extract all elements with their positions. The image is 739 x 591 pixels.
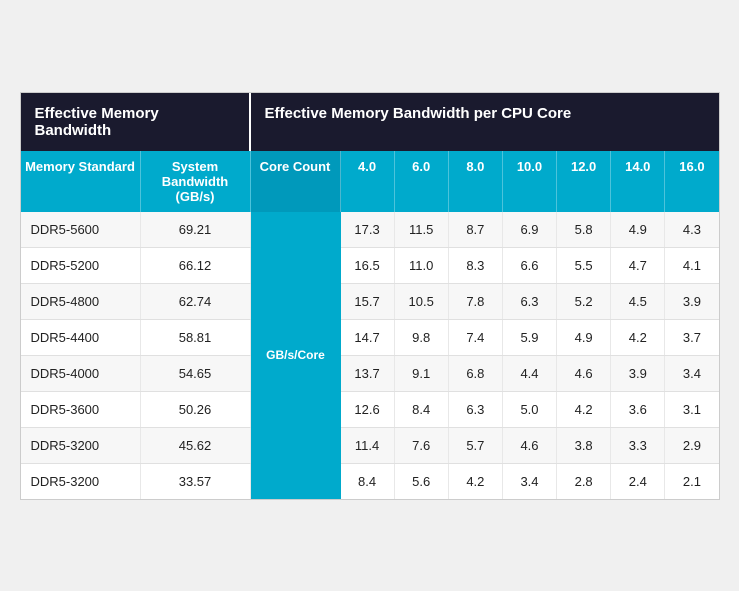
cell-val: 11.0 (395, 248, 449, 283)
cell-val: 2.4 (611, 464, 665, 499)
cell-val: 6.9 (503, 212, 557, 247)
cell-val: 7.6 (395, 428, 449, 463)
cell-val: 4.9 (557, 320, 611, 355)
cell-val: 3.4 (665, 356, 718, 391)
cell-val: 9.8 (395, 320, 449, 355)
cell-val: 5.5 (557, 248, 611, 283)
main-header: Effective Memory Bandwidth Effective Mem… (21, 93, 719, 151)
table-row: DDR5-3200 45.62 11.4 7.6 5.7 4.6 3.8 3.3… (21, 428, 719, 464)
cell-val: 2.9 (665, 428, 718, 463)
col-header-14: 14.0 (611, 151, 665, 212)
cell-val: 3.6 (611, 392, 665, 427)
core-count-merged-cell: GB/s/Core (251, 212, 341, 499)
cell-val: 8.4 (395, 392, 449, 427)
cell-val: 15.7 (341, 284, 395, 319)
cell-val: 11.5 (395, 212, 449, 247)
cell-bandwidth: 62.74 (141, 284, 251, 319)
table-row: DDR5-4400 58.81 14.7 9.8 7.4 5.9 4.9 4.2… (21, 320, 719, 356)
col-header-10: 10.0 (503, 151, 557, 212)
cell-bandwidth: 45.62 (141, 428, 251, 463)
cell-val: 6.3 (449, 392, 503, 427)
cell-bandwidth: 54.65 (141, 356, 251, 391)
header-left-title: Effective Memory Bandwidth (21, 93, 251, 151)
cell-val: 13.7 (341, 356, 395, 391)
table-row: DDR5-5200 66.12 16.5 11.0 8.3 6.6 5.5 4.… (21, 248, 719, 284)
cell-val: 3.4 (503, 464, 557, 499)
cell-bandwidth: 69.21 (141, 212, 251, 247)
cell-val: 5.9 (503, 320, 557, 355)
cell-val: 8.3 (449, 248, 503, 283)
table-row: DDR5-4800 62.74 15.7 10.5 7.8 6.3 5.2 4.… (21, 284, 719, 320)
cell-val: 4.7 (611, 248, 665, 283)
cell-val: 3.9 (611, 356, 665, 391)
col-header-6: 6.0 (395, 151, 449, 212)
cell-val: 4.4 (503, 356, 557, 391)
cell-val: 6.8 (449, 356, 503, 391)
main-table: Effective Memory Bandwidth Effective Mem… (20, 92, 720, 500)
cell-bandwidth: 66.12 (141, 248, 251, 283)
cell-val: 7.8 (449, 284, 503, 319)
cell-val: 5.6 (395, 464, 449, 499)
cell-val: 4.6 (503, 428, 557, 463)
cell-val: 6.6 (503, 248, 557, 283)
cell-memory: DDR5-4400 (21, 320, 141, 355)
table-row: DDR5-3200 33.57 8.4 5.6 4.2 3.4 2.8 2.4 … (21, 464, 719, 499)
cell-memory: DDR5-4000 (21, 356, 141, 391)
cell-bandwidth: 58.81 (141, 320, 251, 355)
col-header-memory: Memory Standard (21, 151, 141, 212)
header-right-title: Effective Memory Bandwidth per CPU Core (251, 93, 719, 151)
cell-val: 3.9 (665, 284, 718, 319)
rows-wrapper: GB/s/Core DDR5-5600 69.21 17.3 11.5 8.7 … (21, 212, 719, 499)
cell-memory: DDR5-3200 (21, 428, 141, 463)
cell-val: 3.8 (557, 428, 611, 463)
cell-val: 16.5 (341, 248, 395, 283)
cell-val: 4.9 (611, 212, 665, 247)
cell-val: 12.6 (341, 392, 395, 427)
cell-val: 2.1 (665, 464, 718, 499)
cell-memory: DDR5-3600 (21, 392, 141, 427)
cell-val: 4.2 (557, 392, 611, 427)
cell-bandwidth: 33.57 (141, 464, 251, 499)
cell-val: 4.2 (611, 320, 665, 355)
cell-val: 5.0 (503, 392, 557, 427)
cell-val: 2.8 (557, 464, 611, 499)
sub-header: Memory Standard System Bandwidth (GB/s) … (21, 151, 719, 212)
cell-val: 5.7 (449, 428, 503, 463)
cell-val: 8.7 (449, 212, 503, 247)
cell-memory: DDR5-5600 (21, 212, 141, 247)
table-row: DDR5-5600 69.21 17.3 11.5 8.7 6.9 5.8 4.… (21, 212, 719, 248)
cell-val: 8.4 (341, 464, 395, 499)
col-header-16: 16.0 (665, 151, 718, 212)
cell-val: 4.3 (665, 212, 718, 247)
col-header-core-count: Core Count (251, 151, 341, 212)
cell-val: 3.1 (665, 392, 718, 427)
col-header-12: 12.0 (557, 151, 611, 212)
cell-val: 17.3 (341, 212, 395, 247)
cell-val: 4.1 (665, 248, 718, 283)
cell-val: 4.6 (557, 356, 611, 391)
cell-val: 9.1 (395, 356, 449, 391)
cell-val: 4.2 (449, 464, 503, 499)
col-header-8: 8.0 (449, 151, 503, 212)
table-row: DDR5-4000 54.65 13.7 9.1 6.8 4.4 4.6 3.9… (21, 356, 719, 392)
col-header-bandwidth: System Bandwidth (GB/s) (141, 151, 251, 212)
cell-val: 14.7 (341, 320, 395, 355)
cell-val: 6.3 (503, 284, 557, 319)
cell-bandwidth: 50.26 (141, 392, 251, 427)
cell-val: 11.4 (341, 428, 395, 463)
cell-memory: DDR5-4800 (21, 284, 141, 319)
cell-val: 4.5 (611, 284, 665, 319)
cell-val: 3.3 (611, 428, 665, 463)
cell-memory: DDR5-3200 (21, 464, 141, 499)
cell-val: 10.5 (395, 284, 449, 319)
cell-val: 5.8 (557, 212, 611, 247)
cell-val: 7.4 (449, 320, 503, 355)
cell-memory: DDR5-5200 (21, 248, 141, 283)
cell-val: 3.7 (665, 320, 718, 355)
table-row: DDR5-3600 50.26 12.6 8.4 6.3 5.0 4.2 3.6… (21, 392, 719, 428)
col-header-4: 4.0 (341, 151, 395, 212)
cell-val: 5.2 (557, 284, 611, 319)
